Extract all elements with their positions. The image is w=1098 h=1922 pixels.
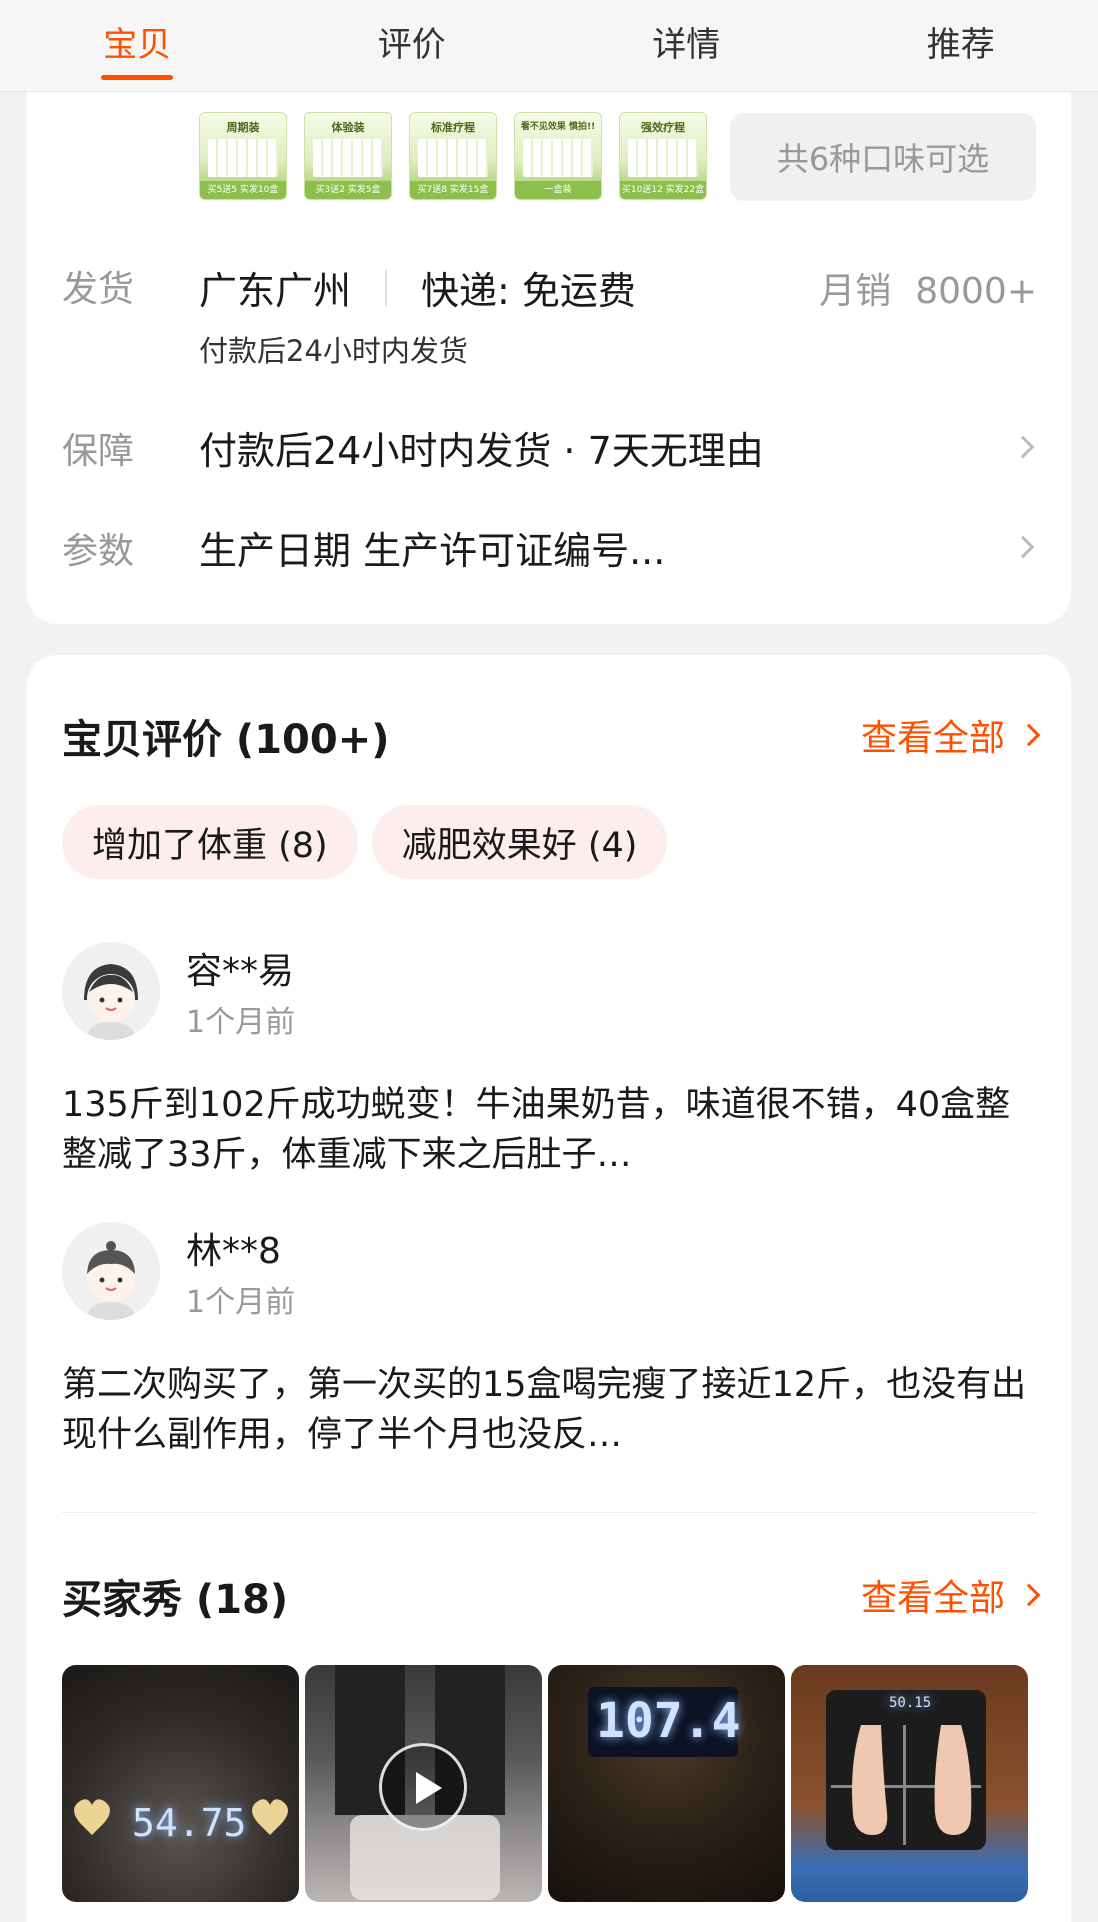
sku-thumbnail-caption: 买10送12 实发22盒 <box>620 181 706 199</box>
product-info-card: 周期装 买5送5 实发10盒 体验装 买3送2 实发5盒 标准疗程 买7送8 实… <box>27 92 1071 624</box>
sku-thumbnail-caption: 买3送2 实发5盒 <box>305 181 391 199</box>
monthly-sales: 月销 8000+ <box>819 262 1037 314</box>
review-text: 135斤到102斤成功蜕变！牛油果奶昔，味道很不错，40盒整整减了33斤，体重减… <box>62 1085 1011 1175</box>
review-tag-list: 增加了体重 (8) 减肥效果好 (4) <box>62 805 668 879</box>
chevron-right-icon[interactable] <box>1011 535 1035 559</box>
sku-thumbnail[interactable]: 看不见效果 慎拍!! 一盒装 <box>514 112 602 200</box>
sku-thumbnail[interactable]: 标准疗程 买7送8 实发15盒 <box>409 112 497 200</box>
view-all-label: 查看全部 <box>860 718 1005 759</box>
tab-baobei[interactable]: 宝贝 <box>0 17 274 74</box>
tab-pingjia[interactable]: 评价 <box>275 17 549 74</box>
avatar <box>62 942 160 1040</box>
shipping-info: 广东广州 快递: 免运费 <box>199 260 636 315</box>
flavor-options-button[interactable]: 共6种口味可选 <box>730 113 1036 201</box>
tab-tuijian[interactable]: 推荐 <box>824 17 1098 74</box>
review-username: 林**8 <box>186 1231 281 1272</box>
sku-thumbnail-caption: 买7送8 实发15盒 <box>410 181 496 199</box>
review-tag[interactable]: 减肥效果好 (4) <box>371 805 668 879</box>
review-text: 第二次购买了，第一次买的15盒喝完瘦了接近12斤，也没有出现什么副作用，停了半个… <box>62 1365 1027 1455</box>
avatar-boy-icon <box>62 1222 160 1320</box>
sku-thumbnail[interactable]: 周期装 买5送5 实发10盒 <box>199 112 287 200</box>
sku-thumbnail-title: 强效疗程 <box>641 121 685 134</box>
sku-thumbnail-caption: 一盒装 <box>515 181 601 199</box>
divider <box>62 1512 1036 1513</box>
chevron-right-icon <box>1017 1583 1041 1607</box>
sku-thumbnail-title: 周期装 <box>226 121 260 134</box>
shipping-note: 付款后24小时内发货 <box>199 334 468 368</box>
reviews-view-all-link[interactable]: 查看全部 <box>860 709 1041 761</box>
scale-readout: 50.15 <box>889 1695 932 1711</box>
params-label: 参数 <box>62 531 135 572</box>
buyer-photo[interactable]: 50.15 <box>791 1665 1028 1902</box>
sku-thumbnail-title: 标准疗程 <box>431 121 475 134</box>
buyer-show-title: 买家秀 (18) <box>62 1577 289 1623</box>
product-boxes-image <box>208 139 278 177</box>
buyer-photo[interactable]: 107.4 <box>548 1665 785 1902</box>
review-tag[interactable]: 增加了体重 (8) <box>62 805 358 879</box>
tab-xiangqing[interactable]: 详情 <box>549 17 823 74</box>
reviews-title: 宝贝评价 (100+) <box>62 717 390 763</box>
view-all-label: 查看全部 <box>860 1578 1005 1619</box>
product-boxes-image <box>628 139 698 177</box>
scale-readout: 107.4 <box>596 1693 741 1749</box>
avatar-girl-icon <box>62 942 160 1040</box>
sales-value: 8000+ <box>915 271 1037 312</box>
chevron-right-icon[interactable] <box>1011 435 1035 459</box>
sku-thumbnail-title: 体验装 <box>331 121 365 134</box>
buyer-photo-list: 54.75 107.4 50.15 <box>62 1665 1028 1902</box>
divider <box>385 269 388 306</box>
play-icon[interactable] <box>379 1743 467 1831</box>
review-time: 1个月前 <box>186 1285 296 1320</box>
buyer-video[interactable] <box>305 1665 542 1902</box>
sku-thumbnail-caption: 买5送5 实发10盒 <box>200 181 286 199</box>
buyer-show-view-all-link[interactable]: 查看全部 <box>860 1569 1041 1621</box>
product-boxes-image <box>523 139 593 177</box>
shipping-express: 快递: 免运费 <box>421 269 636 313</box>
shipping-location: 广东广州 <box>199 269 352 313</box>
sku-thumbnail[interactable]: 体验装 买3送2 实发5盒 <box>304 112 392 200</box>
review-username: 容**易 <box>186 951 295 992</box>
sku-thumbnail[interactable]: 强效疗程 买10送12 实发22盒 <box>619 112 707 200</box>
reviews-card: 宝贝评价 (100+) 查看全部 增加了体重 (8) 减肥效果好 (4) 容**… <box>27 655 1071 1922</box>
avatar <box>62 1222 160 1320</box>
top-tab-bar: 宝贝 评价 详情 推荐 <box>0 0 1098 92</box>
params-text[interactable]: 生产日期 生产许可证编号... <box>199 520 665 575</box>
heart-lights-icon <box>74 1799 288 1835</box>
product-boxes-image <box>418 139 488 177</box>
review-time: 1个月前 <box>186 1005 296 1040</box>
sku-thumbnail-list: 周期装 买5送5 实发10盒 体验装 买3送2 实发5盒 标准疗程 买7送8 实… <box>199 112 707 200</box>
shipping-label: 发货 <box>62 269 135 310</box>
sales-label: 月销 <box>819 271 892 312</box>
buyer-photo[interactable]: 54.75 <box>62 1665 299 1902</box>
product-boxes-image <box>313 139 383 177</box>
sku-thumbnail-title: 看不见效果 慎拍!! <box>520 122 596 132</box>
guarantee-text[interactable]: 付款后24小时内发货 · 7天无理由 <box>199 420 764 475</box>
guarantee-label: 保障 <box>62 431 135 472</box>
chevron-right-icon <box>1017 723 1041 747</box>
